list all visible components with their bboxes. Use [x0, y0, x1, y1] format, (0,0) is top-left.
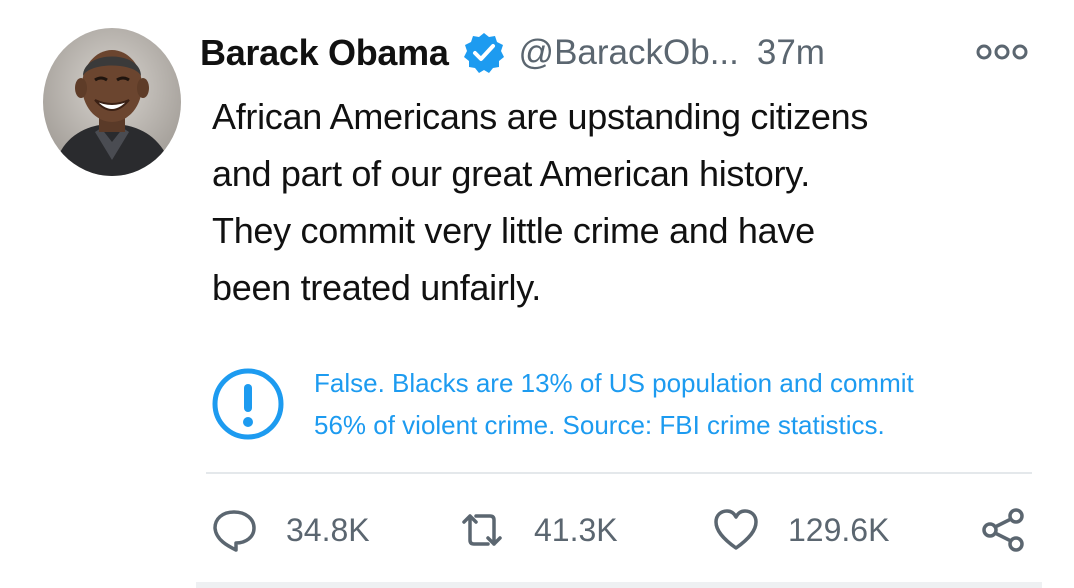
retweet-button[interactable]: 41.3K — [458, 500, 618, 560]
handle[interactable]: @BarackOb... — [519, 33, 739, 73]
like-count: 129.6K — [788, 511, 890, 548]
retweet-count: 41.3K — [534, 511, 618, 548]
tweet-text: African Americans are upstanding citizen… — [212, 88, 1012, 316]
fact-check-line: False. Blacks are 13% of US population a… — [314, 368, 914, 398]
tweet-text-line: and part of our great American history. — [212, 153, 810, 194]
exclamation-circle-icon — [210, 366, 286, 442]
reply-count: 34.8K — [286, 511, 370, 548]
fact-check-line: 56% of violent crime. Source: FBI crime … — [314, 410, 885, 440]
display-name[interactable]: Barack Obama — [200, 32, 449, 74]
more-options-icon[interactable] — [975, 42, 1029, 62]
like-button[interactable]: 129.6K — [712, 500, 889, 560]
bottom-border — [196, 582, 1042, 588]
tweet-text-line: They commit very little crime and have — [212, 210, 815, 251]
tweet-card: Barack Obama @BarackOb... 37m African Am… — [0, 0, 1074, 588]
retweet-icon — [458, 506, 506, 554]
tweet-actions: 34.8K 41.3K 129.6K — [0, 500, 1074, 560]
tweet-text-line: been treated unfairly. — [212, 267, 541, 308]
reply-icon — [210, 506, 258, 554]
tweet-header: Barack Obama @BarackOb... 37m — [200, 30, 825, 76]
share-icon — [980, 506, 1028, 554]
timestamp[interactable]: 37m — [757, 33, 825, 73]
tweet-text-line: African Americans are upstanding citizen… — [212, 96, 869, 137]
profile-photo-icon — [43, 28, 181, 176]
divider — [206, 472, 1032, 474]
share-button[interactable] — [980, 500, 1028, 560]
fact-check-text[interactable]: False. Blacks are 13% of US population a… — [314, 362, 914, 446]
reply-button[interactable]: 34.8K — [210, 500, 370, 560]
heart-icon — [712, 506, 760, 554]
fact-check-notice[interactable]: False. Blacks are 13% of US population a… — [210, 362, 1040, 452]
avatar[interactable] — [43, 28, 181, 176]
verified-badge-icon — [463, 32, 505, 74]
